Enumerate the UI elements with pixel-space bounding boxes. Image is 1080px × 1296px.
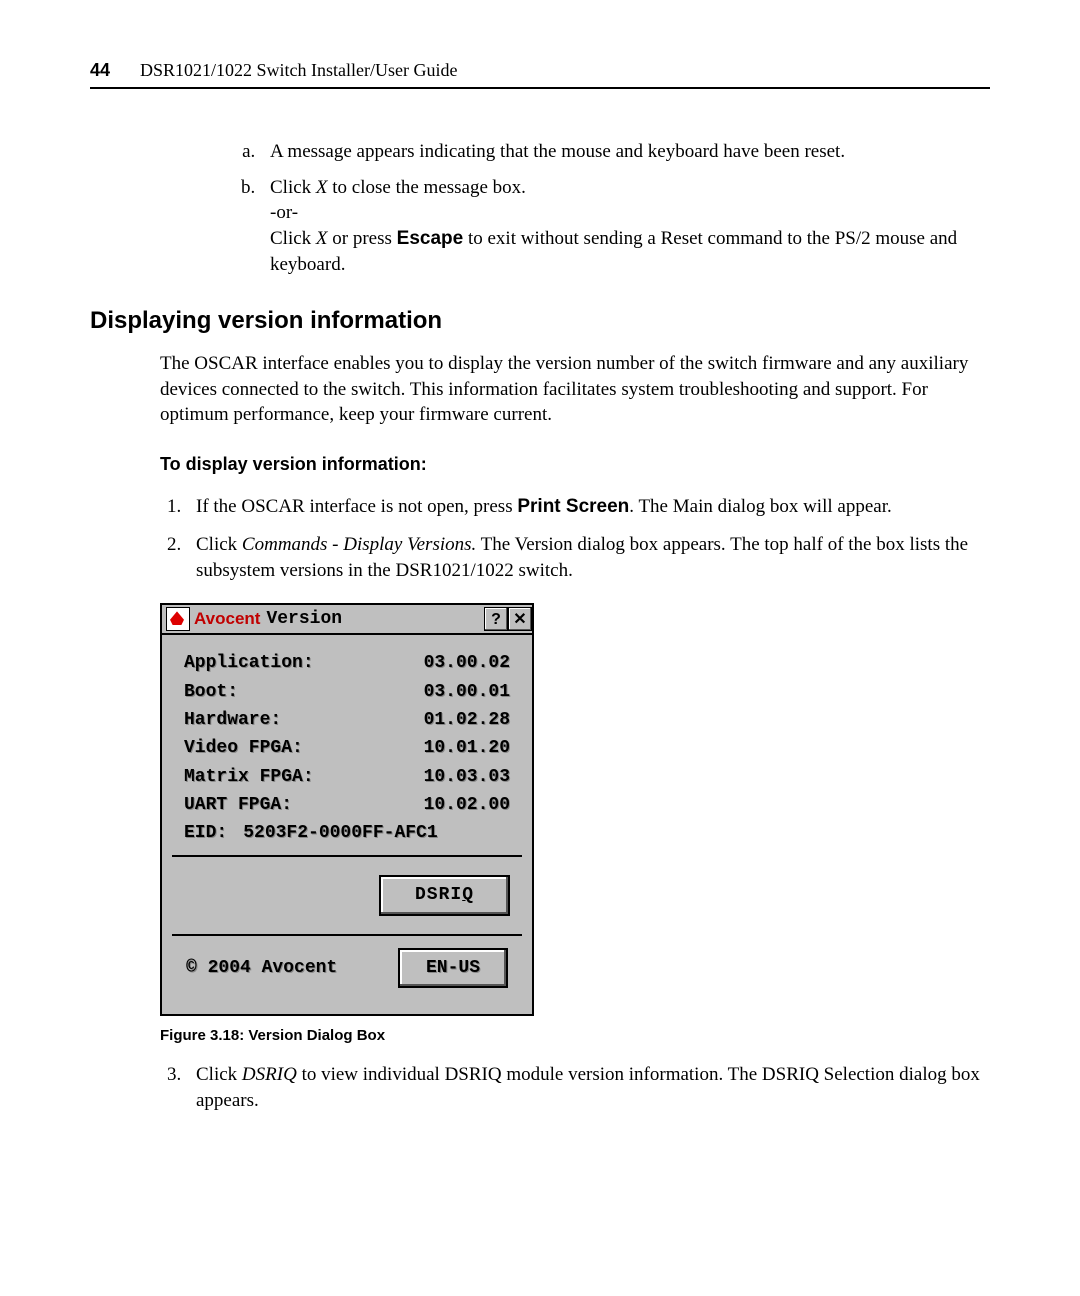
help-icon: ? [491,609,501,631]
dialog-body: Application:03.00.02Boot:03.00.01Hardwar… [162,635,532,1014]
version-row: Boot:03.00.01 [172,678,522,706]
sub-steps-list: A message appears indicating that the mo… [190,139,990,277]
procedure-heading: To display version information: [160,452,990,476]
guide-title: DSR1021/1022 Switch Installer/User Guide [140,60,457,81]
version-label: Matrix FPGA: [184,765,400,789]
section-heading: Displaying version information [90,307,990,335]
dialog-footer: © 2004 Avocent EN-US [172,934,522,1000]
version-value: 01.02.28 [400,708,510,732]
close-icon: ✕ [513,609,526,631]
close-button[interactable]: ✕ [508,607,532,631]
substep-a: A message appears indicating that the mo… [260,139,990,165]
version-label: Hardware: [184,708,400,732]
step-1: If the OSCAR interface is not open, pres… [186,494,990,520]
dialog-titlebar: Avocent Version ? ✕ [162,605,532,635]
dsriq-button[interactable]: DSRIQ [379,875,510,915]
version-value: 03.00.01 [400,680,510,704]
page-header: 44 DSR1021/1022 Switch Installer/User Gu… [90,60,990,89]
avocent-logo-icon [166,607,190,631]
version-row: UART FPGA:10.02.00 [172,791,522,819]
eid-label: EID: [184,823,227,843]
version-row: Application:03.00.02 [172,649,522,677]
figure-caption: Figure 3.18: Version Dialog Box [160,1026,990,1046]
eid-row: EID: 5203F2-0000FF-AFC1 [172,819,522,857]
copyright-text: © 2004 Avocent [186,956,337,980]
version-label: Application: [184,651,400,675]
version-row: Matrix FPGA:10.03.03 [172,763,522,791]
dialog-title: Version [266,607,484,631]
version-label: Video FPGA: [184,736,400,760]
step-2: Click Commands - Display Versions. The V… [186,532,990,583]
version-value: 03.00.02 [400,651,510,675]
version-dialog: Avocent Version ? ✕ Application:03.00.02… [160,603,534,1016]
version-value: 10.03.03 [400,765,510,789]
eid-value: 5203F2-0000FF-AFC1 [243,823,437,843]
version-label: UART FPGA: [184,793,400,817]
version-row: Video FPGA:10.01.20 [172,734,522,762]
substep-b: Click X to close the message box. -or- C… [260,175,990,278]
steps-list-cont: Click DSRIQ to view individual DSRIQ mod… [160,1062,990,1113]
step-3: Click DSRIQ to view individual DSRIQ mod… [186,1062,990,1113]
version-row: Hardware:01.02.28 [172,706,522,734]
brand-text: Avocent [194,608,260,631]
version-label: Boot: [184,680,400,704]
version-value: 10.02.00 [400,793,510,817]
language-button[interactable]: EN-US [398,948,508,988]
steps-list: If the OSCAR interface is not open, pres… [160,494,990,583]
version-value: 10.01.20 [400,736,510,760]
intro-paragraph: The OSCAR interface enables you to displ… [160,351,990,428]
help-button[interactable]: ? [484,607,508,631]
page-number: 44 [90,60,110,81]
